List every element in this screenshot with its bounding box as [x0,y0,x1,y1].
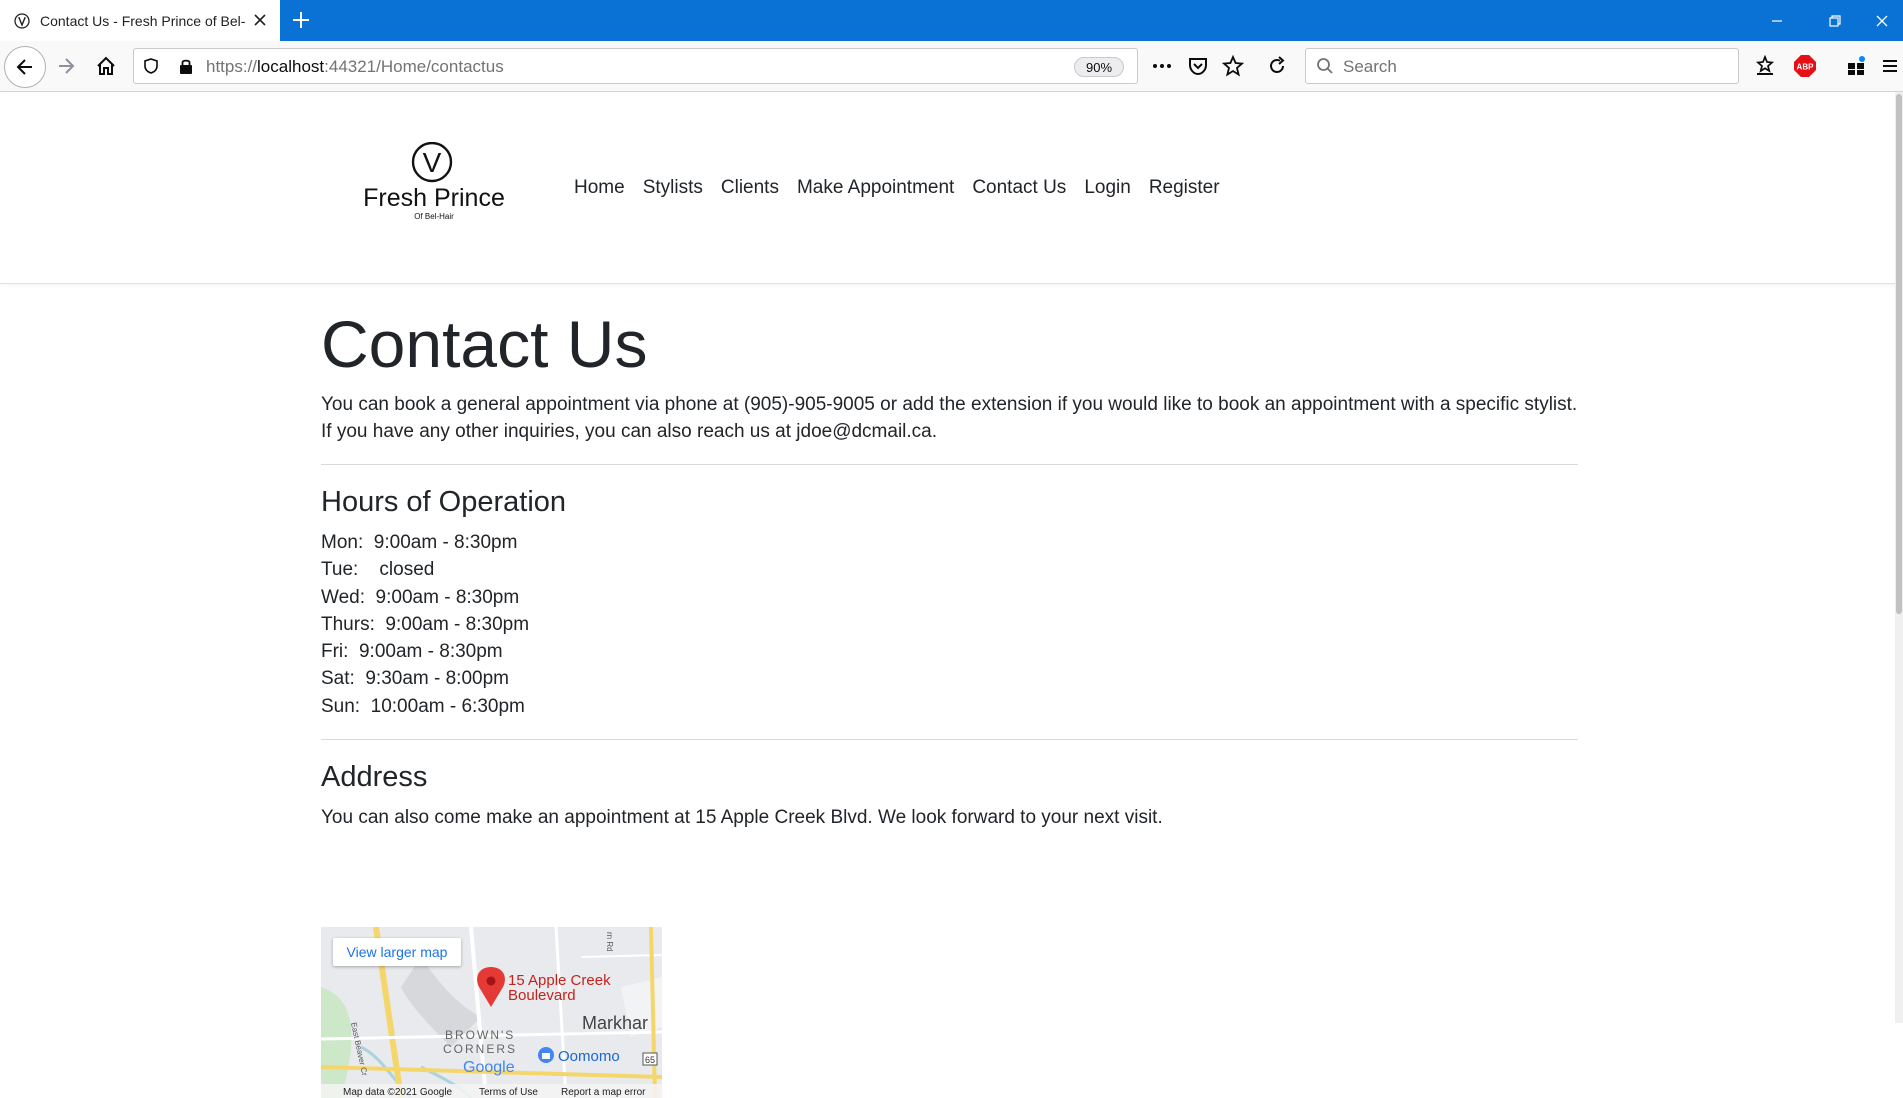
extensions-button[interactable] [1838,48,1874,84]
forward-arrow-icon [59,58,75,74]
tab-title: Contact Us - Fresh Prince of Bel-Air [40,12,245,29]
browser-toolbar: https://localhost:44321/Home/contactus 9… [0,41,1903,92]
site-header: V Fresh Prince Of Bel-Hair Home Stylists… [0,92,1903,284]
map-neighbourhood-label-2: CORNERS [443,1042,517,1056]
url-text[interactable]: https://localhost:44321/Home/contactus [206,57,504,77]
new-tab-icon[interactable] [290,9,312,31]
map-terms-link[interactable]: Terms of Use [479,1087,538,1098]
hamburger-menu-icon [1883,60,1897,72]
more-dots-icon [1153,64,1171,68]
hours-row-thurs: Thurs: 9:00am - 8:30pm [321,613,530,635]
hours-row-sun: Sun: 10:00am - 6:30pm [321,695,525,717]
page-actions-button[interactable] [1144,48,1180,84]
page-scrollbar[interactable] [1895,92,1903,1023]
site-logo[interactable]: V Fresh Prince Of Bel-Hair [350,142,518,230]
nav-link-home[interactable]: Home [565,176,634,200]
intro-phone-text: You can book a general appointment via p… [321,394,1578,415]
map-pin-label-line2: Boulevard [508,987,576,1004]
logo-tagline: Of Bel-Hair [414,212,454,221]
url-path: :44321/Home/contactus [324,57,504,76]
section-divider [321,739,1578,741]
main-content: Contact Us You can book a general appoin… [321,304,1578,1098]
hours-row-sat: Sat: 9:30am - 8:00pm [321,668,509,690]
adblock-icon: ABP [1794,55,1816,77]
address-bar[interactable]: https://localhost:44321/Home/contactus 9… [133,48,1138,84]
tab-strip: Contact Us - Fresh Prince of Bel-Air [0,0,1903,41]
address-heading: Address [321,761,428,794]
section-divider [321,464,1578,465]
map-area-label: Markhar [582,1013,648,1033]
google-logo: Google [463,1059,515,1076]
view-larger-map-button[interactable]: View larger map [333,938,461,966]
hours-heading: Hours of Operation [321,486,567,518]
hours-row-wed: Wed: 9:00am - 8:30pm [321,586,520,608]
nav-link-login[interactable]: Login [1075,176,1140,200]
minimize-window-button[interactable] [1748,0,1806,41]
star-icon [1222,55,1244,77]
library-star-icon [1755,55,1775,75]
back-button[interactable] [4,46,46,88]
page-title: Contact Us [321,307,648,381]
extensions-icon [1848,56,1865,75]
reload-button[interactable] [1259,48,1295,84]
hours-list: Mon: 9:00am - 8:30pm Tue: closed Wed: 9:… [321,529,1578,720]
back-arrow-icon [16,59,32,75]
home-icon [97,56,115,75]
scrollbar-thumb[interactable] [1896,94,1902,614]
pocket-button[interactable] [1180,48,1216,84]
intro-email-text: If you have any other inquiries, you can… [321,421,938,442]
site-favicon-icon [14,12,30,29]
map-report-link[interactable]: Report a map error [561,1087,646,1098]
svg-text:ABP: ABP [1797,63,1815,72]
nav-link-make-appointment[interactable]: Make Appointment [788,176,963,200]
shield-icon[interactable] [142,57,160,75]
hours-row-tue: Tue: closed [321,559,435,581]
highway-shield: 65 [645,1055,655,1065]
restore-icon [1829,14,1841,27]
reload-icon [1270,56,1285,73]
forward-button[interactable] [48,48,84,84]
bookmark-star-button[interactable] [1215,48,1251,84]
menu-button[interactable] [1877,48,1903,84]
pocket-icon [1189,58,1207,76]
nav-link-register[interactable]: Register [1140,176,1229,200]
lock-icon[interactable] [178,57,194,75]
restore-window-button[interactable] [1806,0,1864,41]
close-tab-icon[interactable] [250,10,270,30]
embedded-map[interactable]: 15 Apple Creek Boulevard Markhar BROWN'S… [321,927,662,1098]
url-host: localhost [257,57,325,76]
hours-row-fri: Fri: 9:00am - 8:30pm [321,641,503,663]
home-button[interactable] [88,48,124,84]
hours-row-mon: Mon: 9:00am - 8:30pm [321,532,518,553]
search-placeholder: Search [1343,57,1397,76]
library-button[interactable] [1747,48,1783,84]
adblock-button[interactable]: ABP [1787,48,1823,84]
nav-link-clients[interactable]: Clients [712,176,788,200]
search-icon [1317,58,1333,74]
logo-letter: V [423,147,442,178]
site-navigation: Home Stylists Clients Make Appointment C… [565,176,1229,200]
close-window-icon [1876,15,1888,26]
web-page: V Fresh Prince Of Bel-Hair Home Stylists… [0,92,1903,1098]
map-poi-label: Oomomo [558,1048,620,1065]
map-data-credit: Map data ©2021 Google [343,1087,453,1098]
search-bar[interactable]: Search [1305,48,1739,84]
nav-link-stylists[interactable]: Stylists [634,176,712,200]
close-window-button[interactable] [1861,0,1903,41]
zoom-badge[interactable]: 90% [1074,57,1124,77]
active-tab[interactable]: Contact Us - Fresh Prince of Bel-Air [0,0,280,41]
nav-link-contact-us[interactable]: Contact Us [963,176,1075,200]
address-text: You can also come make an appointment at… [321,807,1163,829]
logo-name: Fresh Prince [363,184,505,212]
minimize-icon [1772,19,1782,22]
map-neighbourhood-label-1: BROWN'S [445,1028,515,1042]
map-road-label-2: rn Rd [605,932,614,952]
url-scheme: https:// [206,57,258,76]
